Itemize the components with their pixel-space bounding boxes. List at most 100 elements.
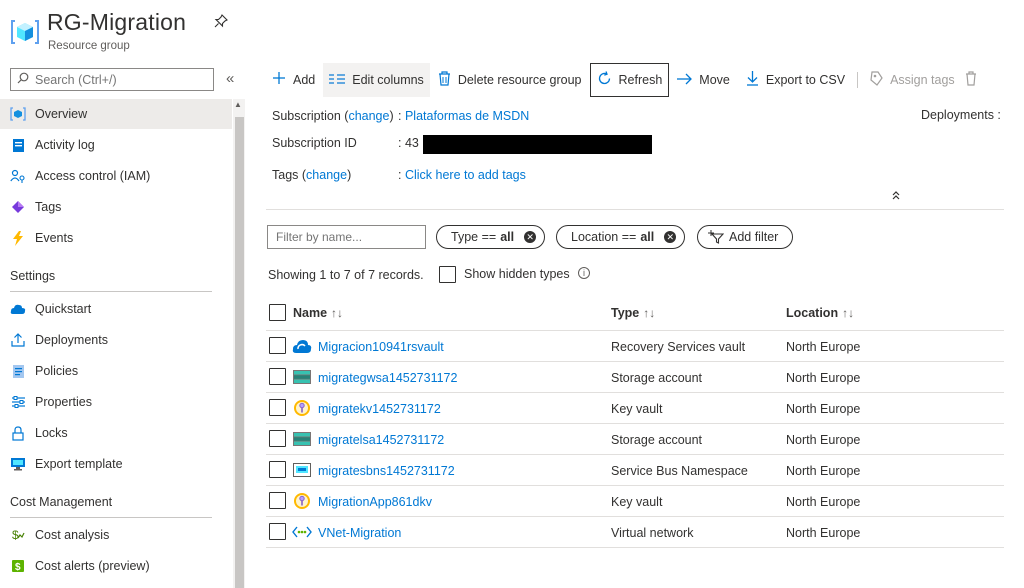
sidebar-item-tags[interactable]: Tags <box>0 192 232 222</box>
filter-by-name-input[interactable] <box>268 226 425 248</box>
refresh-icon <box>597 70 612 90</box>
table-row[interactable]: migrategwsa1452731172 Storage account No… <box>266 361 1004 392</box>
cost-analysis-icon: $ <box>10 527 26 543</box>
sidebar-item-events[interactable]: Events <box>0 223 232 253</box>
location-filter-pill[interactable]: Location == all ✕ <box>556 225 686 249</box>
arrow-right-icon <box>677 72 693 89</box>
info-icon[interactable]: i <box>578 267 590 279</box>
table-row[interactable]: migratekv1452731172 Key vault North Euro… <box>266 392 1004 423</box>
assign-tags-label: Assign tags <box>890 73 955 87</box>
table-row[interactable]: Migracion10941rsvault Recovery Services … <box>266 330 1004 361</box>
sidebar-item-properties[interactable]: Properties <box>0 387 232 417</box>
row-checkbox[interactable] <box>269 368 286 385</box>
resource-name-link[interactable]: MigrationApp861dkv <box>318 495 432 509</box>
row-checkbox[interactable] <box>269 399 286 416</box>
row-checkbox[interactable] <box>269 430 286 447</box>
sidebar-item-overview[interactable]: Overview <box>0 99 232 129</box>
tags-text: Tags <box>272 168 299 182</box>
sidebar-item-deployments[interactable]: Deployments <box>0 325 232 355</box>
row-checkbox[interactable] <box>269 492 286 509</box>
delete-resource-group-button[interactable]: Delete resource group <box>432 63 588 97</box>
sidebar-item-activity-log[interactable]: Activity log <box>0 130 232 160</box>
column-type-label: Type <box>611 306 640 320</box>
select-all-checkbox[interactable] <box>269 304 286 321</box>
search-box[interactable] <box>10 68 214 91</box>
sidebar-item-cost-analysis[interactable]: $ Cost analysis <box>0 520 232 550</box>
type-filter-pill[interactable]: Type == all ✕ <box>436 225 546 249</box>
table-row[interactable]: VNet-Migration Virtual network North Eur… <box>266 516 1004 547</box>
resource-name-link[interactable]: Migracion10941rsvault <box>318 340 444 354</box>
collapse-essentials-icon[interactable] <box>891 189 901 203</box>
delete-label: Delete resource group <box>457 73 582 87</box>
sidebar-item-label: Activity log <box>35 138 95 152</box>
cost-management-section-header: Cost Management <box>10 495 113 509</box>
subscription-text: Subscription <box>272 109 341 123</box>
move-label: Move <box>699 73 730 87</box>
column-header-type[interactable]: Type ↑↓ <box>611 306 655 320</box>
search-input[interactable] <box>35 72 205 87</box>
row-checkbox[interactable] <box>269 461 286 478</box>
resource-type: Key vault <box>611 402 663 416</box>
tags-label: Tags (change) <box>272 168 352 182</box>
resource-type: Service Bus Namespace <box>611 464 748 478</box>
table-row[interactable]: migratelsa1452731172 Storage account Nor… <box>266 423 1004 454</box>
service-bus-icon <box>292 461 312 479</box>
change-subscription-link[interactable]: change <box>348 109 389 123</box>
sidebar-item-export-template[interactable]: Export template <box>0 449 232 479</box>
edit-columns-button[interactable]: Edit columns <box>323 63 430 97</box>
delete-button-disabled[interactable] <box>961 63 988 97</box>
assign-tags-button[interactable]: Assign tags <box>864 63 961 97</box>
tags-value: : Click here to add tags <box>398 168 526 182</box>
sidebar-item-locks[interactable]: Locks <box>0 418 232 448</box>
resource-name-link[interactable]: VNet-Migration <box>318 526 401 540</box>
deployments-label[interactable]: Deployments : <box>921 108 1001 122</box>
export-csv-label: Export to CSV <box>765 73 846 87</box>
sidebar-scrollbar-thumb[interactable] <box>235 117 244 588</box>
type-filter-label: Type == <box>451 230 497 244</box>
essentials-divider <box>266 209 1004 210</box>
subscription-link[interactable]: Plataformas de MSDN <box>405 109 529 123</box>
command-bar: Add Edit columns Delete resource group R… <box>266 63 1024 97</box>
refresh-button[interactable]: Refresh <box>589 63 670 97</box>
add-tags-link[interactable]: Click here to add tags <box>405 168 526 182</box>
resource-name-link[interactable]: migrategwsa1452731172 <box>318 371 457 385</box>
sort-icon: ↑↓ <box>331 306 344 320</box>
search-icon <box>17 72 29 87</box>
resource-name-link[interactable]: migratekv1452731172 <box>318 402 441 416</box>
column-header-name[interactable]: Name ↑↓ <box>293 306 343 320</box>
filter-by-name-box[interactable] <box>267 225 426 249</box>
sidebar-item-cost-alerts[interactable]: $ Cost alerts (preview) <box>0 551 232 581</box>
add-button[interactable]: Add <box>266 63 321 97</box>
move-button[interactable]: Move <box>671 63 736 97</box>
sidebar-item-iam[interactable]: Access control (IAM) <box>0 161 232 191</box>
trash-icon <box>438 70 451 90</box>
row-checkbox[interactable] <box>269 337 286 354</box>
sidebar-item-label: Properties <box>35 395 92 409</box>
show-hidden-types-checkbox[interactable] <box>439 266 456 283</box>
policies-icon <box>10 363 26 379</box>
add-filter-button[interactable]: Add filter <box>697 225 794 249</box>
add-filter-label: Add filter <box>729 230 779 244</box>
remove-type-filter-icon[interactable]: ✕ <box>524 231 537 243</box>
scroll-up-icon[interactable]: ▲ <box>234 100 242 109</box>
table-row[interactable]: migratesbns1452731172 Service Bus Namesp… <box>266 454 1004 485</box>
sidebar-item-label: Cost analysis <box>35 528 110 542</box>
export-template-icon <box>10 456 26 472</box>
sidebar-item-quickstart[interactable]: Quickstart <box>0 294 232 324</box>
remove-location-filter-icon[interactable]: ✕ <box>664 231 677 243</box>
sidebar-item-label: Quickstart <box>35 302 92 316</box>
collapse-sidebar-icon[interactable]: « <box>226 70 234 87</box>
pin-icon[interactable] <box>214 14 228 32</box>
export-csv-button[interactable]: Export to CSV <box>740 63 851 97</box>
resource-name-link[interactable]: migratesbns1452731172 <box>318 464 455 478</box>
resource-location: North Europe <box>786 340 861 354</box>
redaction-bar <box>423 135 652 154</box>
change-tags-link[interactable]: change <box>306 168 347 182</box>
table-row[interactable]: MigrationApp861dkv Key vault North Europ… <box>266 485 1004 516</box>
section-divider <box>10 517 212 518</box>
toolbar-separator <box>857 72 859 88</box>
row-checkbox[interactable] <box>269 523 286 540</box>
column-header-location[interactable]: Location ↑↓ <box>786 306 854 320</box>
sidebar-item-policies[interactable]: Policies <box>0 356 232 386</box>
resource-name-link[interactable]: migratelsa1452731172 <box>318 433 444 447</box>
